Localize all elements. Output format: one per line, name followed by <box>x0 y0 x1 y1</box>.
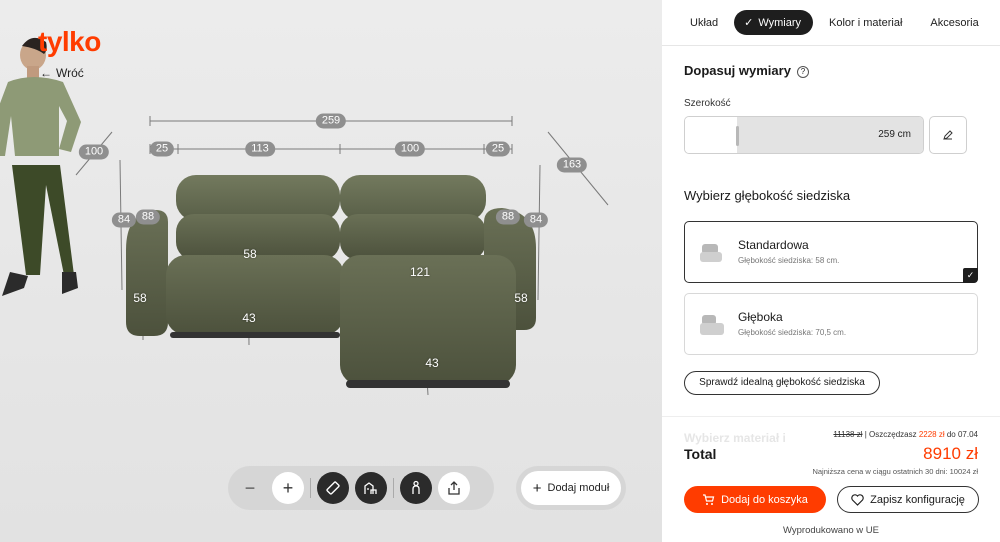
config-panel: Układ ✓ Wymiary Kolor i materiał Akcesori… <box>662 0 1000 542</box>
width-slider[interactable]: 259 cm <box>684 116 924 154</box>
plus-icon: + <box>282 477 294 498</box>
fit-dimensions-text: Dopasuj wymiary <box>684 63 791 78</box>
module-width-dim: 25 <box>149 141 175 157</box>
viewer-toolbar: − + <box>228 466 494 510</box>
chaise-length-label: 121 <box>409 265 431 279</box>
human-scale-button[interactable] <box>400 472 432 504</box>
share-icon <box>448 481 460 495</box>
module-width-dim: 25 <box>485 141 511 157</box>
depth-option-deep[interactable]: Głęboka Głębokość siedziska: 70,5 cm. <box>684 293 978 355</box>
ruler-icon <box>326 481 340 495</box>
depth-option-name: Głęboka <box>738 310 783 324</box>
check-ideal-depth-button[interactable]: Sprawdź idealną głębokość siedziska <box>684 371 880 395</box>
tab-dimensions-label: Wymiary <box>758 17 802 29</box>
person-icon <box>412 480 420 494</box>
fit-dimensions-title: Dopasuj wymiary? <box>684 63 809 78</box>
tab-accessories[interactable]: Akcesoria <box>918 11 990 35</box>
discount-line: 11138 zł | Oszczędzasz 2228 zł do 07.04 <box>833 430 978 439</box>
back-label: Wróć <box>56 66 84 80</box>
total-width-dim: 259 <box>315 113 347 129</box>
depth-option-standard[interactable]: Standardowa Głębokość siedziska: 58 cm. … <box>684 221 978 283</box>
depth-option-desc: Głębokość siedziska: 58 cm. <box>738 256 840 265</box>
width-label: Szerokość <box>684 98 731 109</box>
arrow-left-icon: ← <box>40 66 52 80</box>
price-summary: Wybierz materiał i 11138 zł | Oszczędzas… <box>662 416 1000 542</box>
edit-width-button[interactable] <box>929 116 967 154</box>
seat-depth-label: 58 <box>243 247 257 261</box>
tab-dimensions[interactable]: ✓ Wymiary <box>734 10 814 35</box>
sofa-thumbnail-icon <box>700 315 724 335</box>
slider-handle[interactable] <box>736 126 739 146</box>
right-height-dim: 84 <box>523 212 549 228</box>
depth-option-desc: Głębokość siedziska: 70,5 cm. <box>738 328 847 337</box>
slider-track-empty <box>685 117 737 153</box>
left-depth-dim: 100 <box>78 144 110 160</box>
back-link[interactable]: ← Wróć <box>40 66 88 80</box>
toolbar-divider <box>393 478 394 498</box>
dimensions-toggle-button[interactable] <box>317 472 349 504</box>
tab-layout[interactable]: Układ <box>678 11 730 35</box>
config-tabs: Układ ✓ Wymiary Kolor i materiał Akcesori… <box>662 0 1000 46</box>
faded-heading: Wybierz materiał i <box>684 431 786 445</box>
seat-height-label: 43 <box>242 311 256 325</box>
pencil-icon <box>943 130 953 140</box>
cart-icon <box>703 494 715 505</box>
save-amount: 2228 zł <box>918 430 945 439</box>
sofa-scene[interactable] <box>0 0 662 542</box>
zoom-out-button[interactable]: − <box>234 472 266 504</box>
tylko-logo[interactable]: tylko <box>38 26 101 58</box>
width-value: 259 cm <box>878 129 911 140</box>
total-label: Total <box>684 446 717 462</box>
sofa-model <box>126 175 536 388</box>
sofa-thumbnail-icon <box>700 244 722 262</box>
total-price: 8910 zł <box>923 444 978 463</box>
left-height-dim: 84 <box>111 212 137 228</box>
room-icon <box>364 482 377 494</box>
tab-color-material[interactable]: Kolor i materiał <box>817 11 914 35</box>
add-to-cart-label: Dodaj do koszyka <box>721 493 808 506</box>
add-module-button[interactable]: + Dodaj moduł <box>521 471 621 505</box>
add-module-label: Dodaj moduł <box>547 482 610 494</box>
zoom-in-button[interactable]: + <box>272 472 304 504</box>
right-back-height-dim: 88 <box>495 209 521 225</box>
made-in-eu-note: Wyprodukowano w UE <box>782 525 879 536</box>
save-configuration-button[interactable]: Zapisz konfigurację <box>837 486 979 513</box>
toolbar-divider <box>310 478 311 498</box>
plus-icon: + <box>532 479 542 497</box>
heart-icon <box>851 493 864 506</box>
selected-check-icon: ✓ <box>963 268 978 283</box>
old-price: 11138 zł <box>833 430 863 439</box>
save-configuration-label: Zapisz konfigurację <box>870 493 965 506</box>
seat-depth-title: Wybierz głębokość siedziska <box>684 188 851 203</box>
share-button[interactable] <box>438 472 470 504</box>
save-until: do 07.04 <box>946 430 978 439</box>
configurator-viewer[interactable]: tylko ← Wróć 259 25 113 100 25 100 163 8… <box>0 0 662 542</box>
help-icon[interactable]: ? <box>796 66 809 78</box>
module-width-dim: 100 <box>394 141 426 157</box>
depth-option-name: Standardowa <box>738 238 809 252</box>
module-width-dim: 113 <box>245 141 275 157</box>
left-back-height-dim: 88 <box>135 209 161 225</box>
save-text: | Oszczędzasz <box>864 430 917 439</box>
add-to-cart-button[interactable]: Dodaj do koszyka <box>684 486 826 513</box>
check-icon: ✓ <box>744 17 754 29</box>
minus-icon: − <box>244 477 256 498</box>
room-view-button[interactable] <box>355 472 387 504</box>
right-arm-label: 58 <box>514 291 528 305</box>
left-arm-label: 58 <box>133 291 147 305</box>
right-depth-dim: 163 <box>556 157 588 173</box>
chaise-height-label: 43 <box>425 356 439 370</box>
add-module-pill: + Dodaj moduł <box>516 466 626 510</box>
lowest-price-note: Najniższa cena w ciągu ostatnich 30 dni:… <box>812 467 978 476</box>
